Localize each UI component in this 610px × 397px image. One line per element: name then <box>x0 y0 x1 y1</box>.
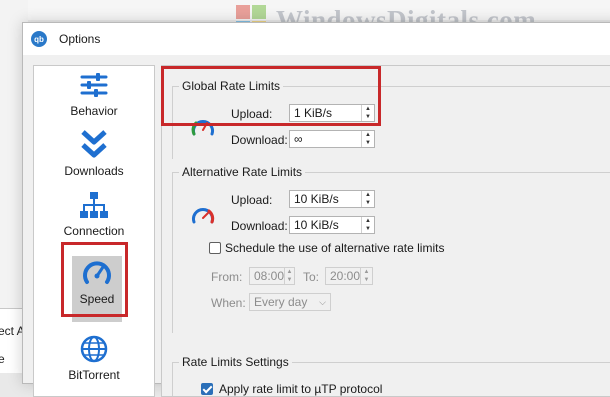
alt-download-spinbox[interactable]: 10 KiB/s ▲ ▼ <box>289 216 375 234</box>
spin-down-icon[interactable]: ▼ <box>362 199 374 207</box>
from-time-spinbox[interactable]: 08:00 ▲ ▼ <box>249 267 295 285</box>
background-text-fragment: ect A <box>0 324 25 338</box>
spin-up-icon[interactable]: ▲ <box>362 131 374 139</box>
group-title: Alternative Rate Limits <box>179 165 306 179</box>
background-text-fragment-2: e <box>0 352 5 366</box>
download-label: Download: <box>231 219 288 233</box>
sidebar: Behavior Downloads Connection Speed BitT… <box>33 65 155 397</box>
sidebar-item-bittorrent[interactable]: BitTorrent <box>34 332 154 392</box>
qbittorrent-app-icon: qb <box>31 31 47 47</box>
when-label: When: <box>211 296 246 310</box>
sidebar-item-label: Downloads <box>64 164 124 178</box>
alt-download-value: 10 KiB/s <box>294 218 339 232</box>
to-time-spinbox[interactable]: 20:00 ▲ ▼ <box>325 267 373 285</box>
globe-icon <box>78 332 110 366</box>
alt-upload-value: 10 KiB/s <box>294 192 339 206</box>
group-title: Rate Limits Settings <box>179 355 292 369</box>
sliders-icon <box>78 68 110 102</box>
to-label: To: <box>303 270 320 284</box>
highlight-box-global-rate-limits <box>161 66 381 126</box>
network-icon <box>78 188 110 222</box>
schedule-label[interactable]: Schedule the use of alternative rate lim… <box>225 241 444 255</box>
when-dropdown[interactable]: Every day ⌵ <box>249 293 331 311</box>
alternative-rate-limits-group: Alternative Rate Limits Upload: 10 KiB/s… <box>172 165 610 333</box>
highlight-box-speed <box>61 242 128 317</box>
when-value: Every day <box>254 295 308 309</box>
spin-up-icon[interactable]: ▲ <box>362 191 374 199</box>
spin-up-icon[interactable]: ▲ <box>285 268 294 276</box>
speedometer-icon <box>192 208 215 224</box>
spin-down-icon[interactable]: ▼ <box>285 276 294 284</box>
spin-down-icon[interactable]: ▼ <box>362 139 374 147</box>
schedule-checkbox[interactable] <box>209 242 221 254</box>
global-download-spinbox[interactable]: ∞ ▲ ▼ <box>289 130 375 148</box>
sidebar-item-label: BitTorrent <box>68 368 120 382</box>
sidebar-item-downloads[interactable]: Downloads <box>34 128 154 188</box>
utp-rate-limit-checkbox[interactable] <box>201 383 213 395</box>
from-time-value: 08:00 <box>254 269 285 283</box>
global-download-value: ∞ <box>294 132 303 146</box>
spin-down-icon[interactable]: ▼ <box>362 225 374 233</box>
title-bar[interactable]: qb Options <box>23 23 610 55</box>
from-label: From: <box>211 270 243 284</box>
sidebar-item-label: Connection <box>63 224 125 238</box>
sidebar-item-connection[interactable]: Connection <box>34 188 154 248</box>
rate-limits-settings-group: Rate Limits Settings Apply rate limit to… <box>172 355 610 396</box>
alt-upload-spinbox[interactable]: 10 KiB/s ▲ ▼ <box>289 190 375 208</box>
spin-down-icon[interactable]: ▼ <box>361 276 372 284</box>
chevron-down-icon: ⌵ <box>319 296 326 307</box>
to-time-value: 20:00 <box>330 269 361 283</box>
window-title: Options <box>59 32 101 46</box>
download-label: Download: <box>231 133 288 147</box>
sidebar-item-label: Behavior <box>70 104 118 118</box>
spin-up-icon[interactable]: ▲ <box>361 268 372 276</box>
utp-rate-limit-label[interactable]: Apply rate limit to µTP protocol <box>219 382 382 396</box>
sidebar-item-behavior[interactable]: Behavior <box>34 68 154 128</box>
upload-label: Upload: <box>231 193 273 207</box>
spin-up-icon[interactable]: ▲ <box>362 217 374 225</box>
double-chevron-down-icon <box>78 128 110 162</box>
